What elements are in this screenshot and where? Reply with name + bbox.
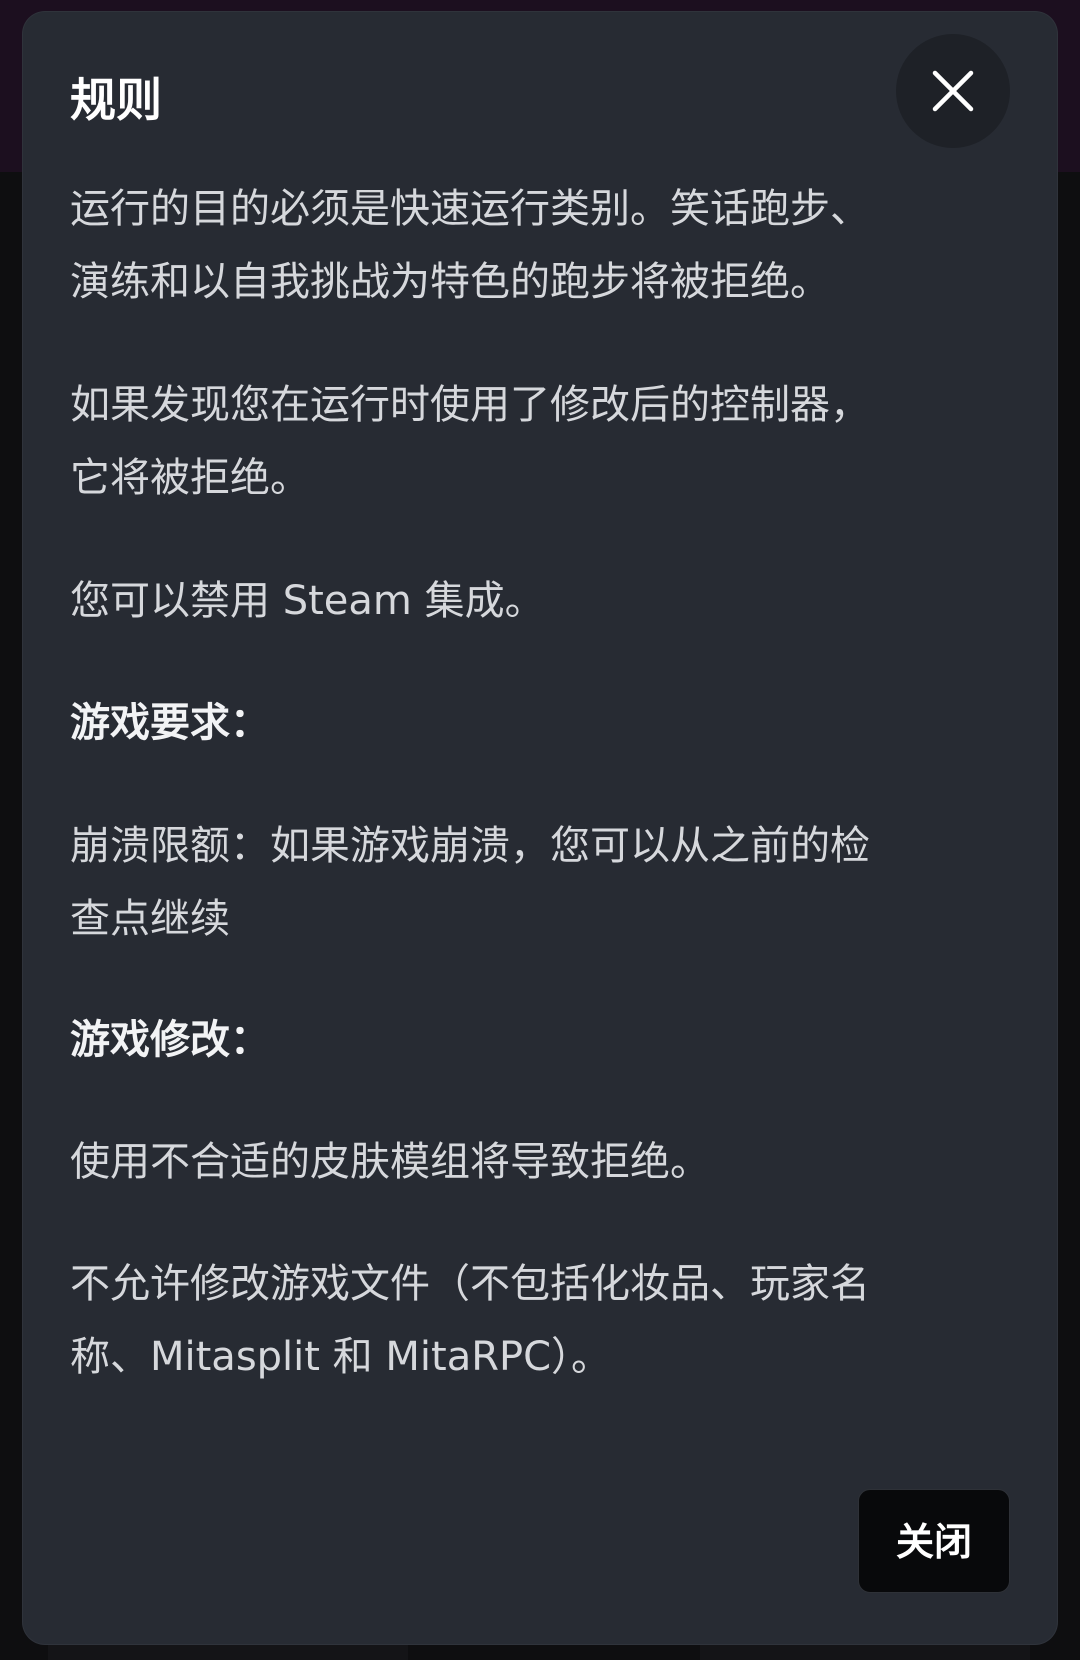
modal-title: 规则 <box>70 73 162 127</box>
section-heading: 游戏修改： <box>70 1017 270 1063</box>
rule-text: 不允许修改游戏文件（不包括化妆品、玩家名 <box>70 1261 870 1307</box>
rule-text: 使用不合适的皮肤模组将导致拒绝。 <box>70 1139 710 1185</box>
rules-modal: 规则 运行的目的必须是快速运行类别。笑话跑步、 演练和以自我挑战为特色的跑步将被… <box>23 12 1057 1644</box>
rule-text: 如果发现您在运行时使用了修改后的控制器， <box>70 382 870 428</box>
rule-text: 它将被拒绝。 <box>70 455 310 501</box>
rule-text: 崩溃限额：如果游戏崩溃，您可以从之前的检 <box>70 823 870 869</box>
rule-text: 您可以禁用 Steam 集成。 <box>70 578 545 624</box>
close-icon <box>932 70 974 112</box>
rule-text: 运行的目的必须是快速运行类别。笑话跑步、 <box>70 186 870 232</box>
close-button[interactable]: 关闭 <box>858 1489 1010 1593</box>
rule-text: 演练和以自我挑战为特色的跑步将被拒绝。 <box>70 259 830 305</box>
close-modal-button[interactable] <box>896 34 1010 148</box>
section-heading: 游戏要求： <box>70 700 270 746</box>
rule-text: 查点继续 <box>70 896 230 942</box>
rule-text: 称、Mitasplit 和 MitaRPC）。 <box>70 1334 612 1380</box>
